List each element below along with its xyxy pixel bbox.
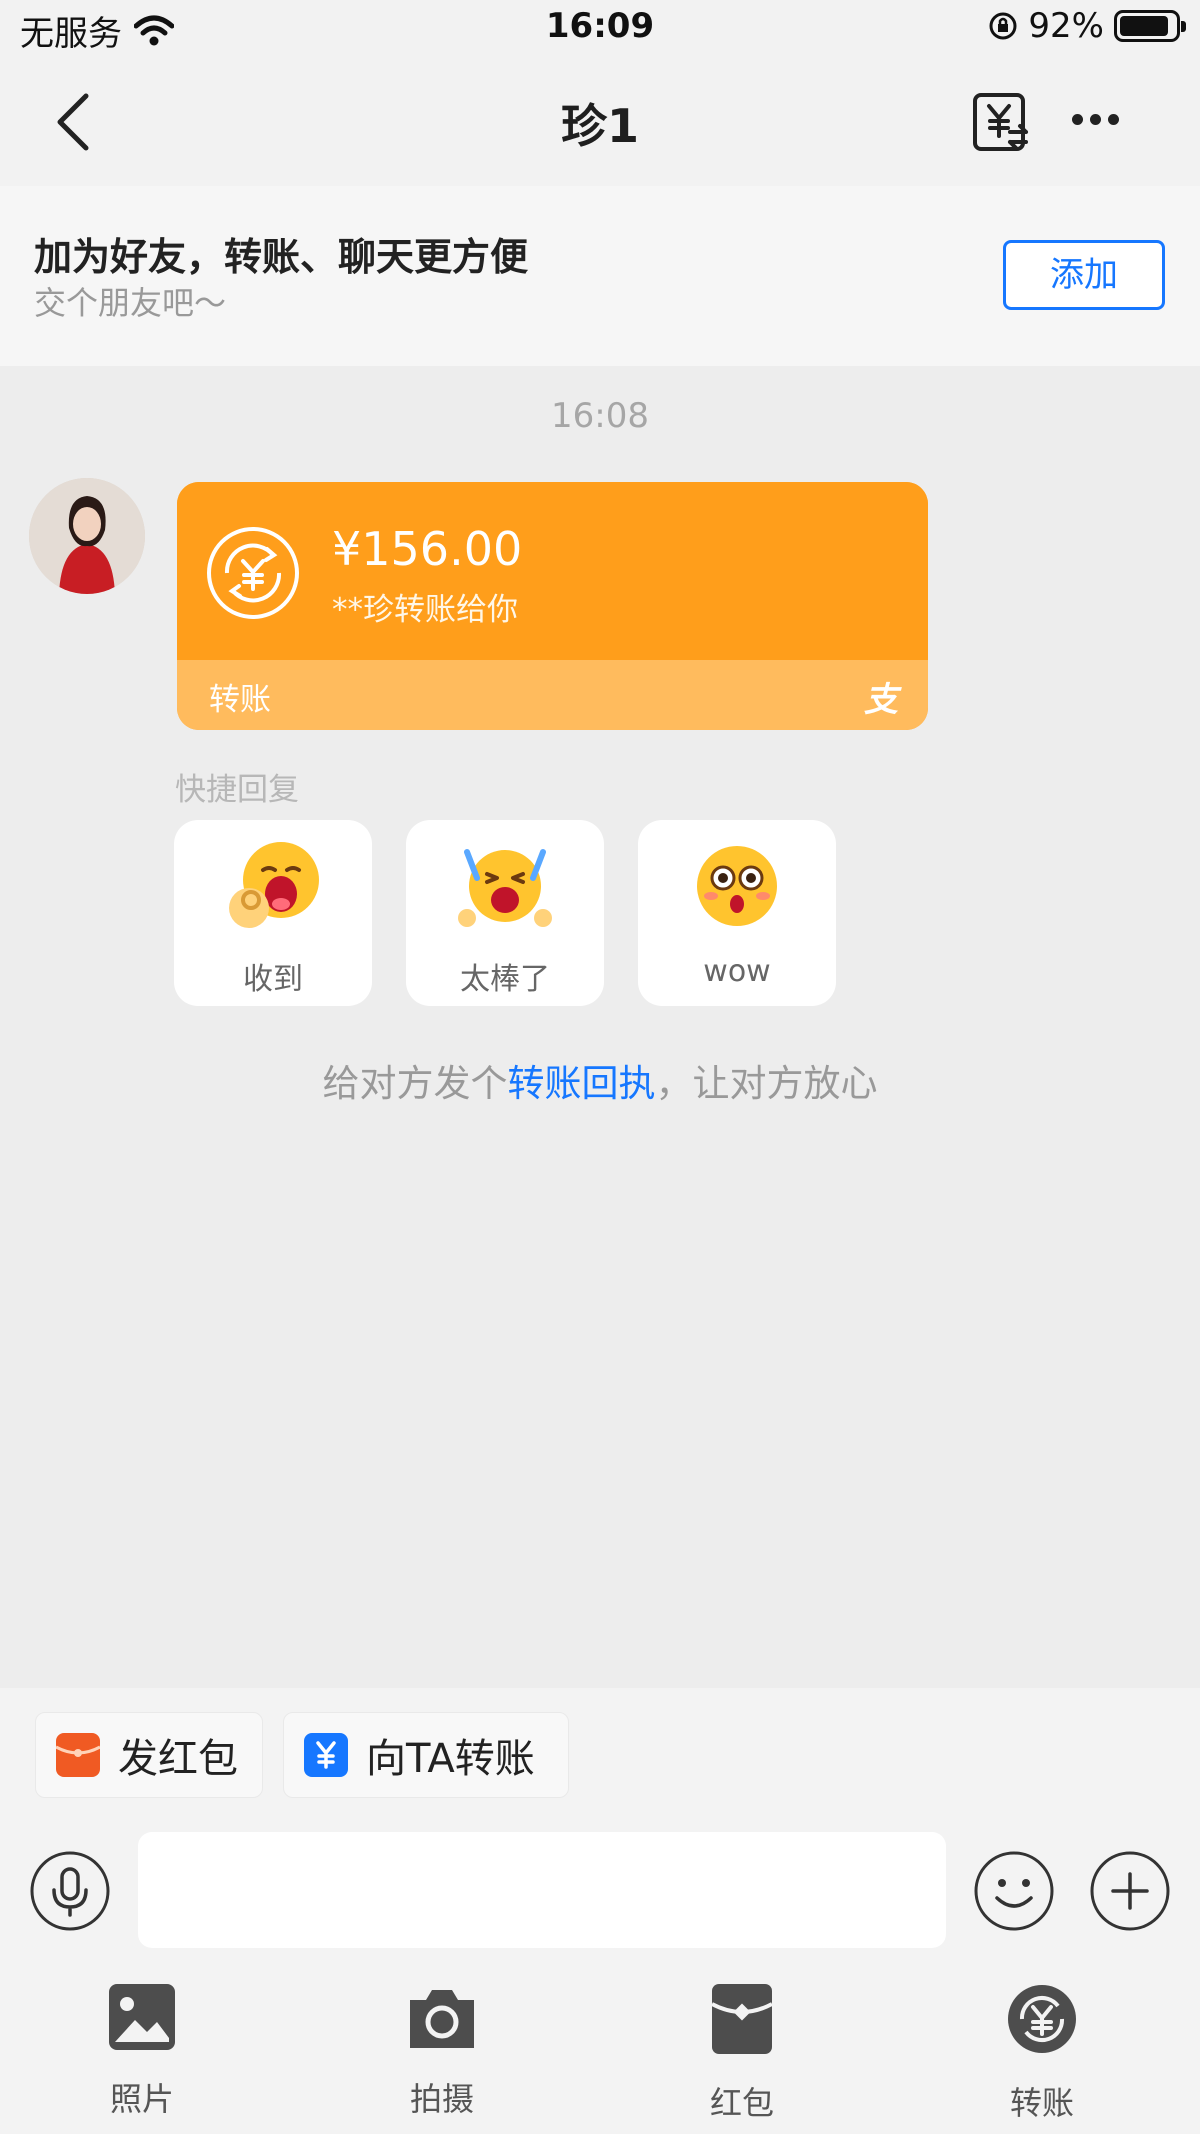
transfer-to-ta-label: 向TA转账 [366,1736,535,1782]
transfer-note: **珍转账给你 [332,592,518,628]
quick-reply-text: 太棒了 [460,962,550,997]
hint-suffix: ，让对方放心 [655,1062,878,1105]
battery-percent: 92% [1028,6,1104,46]
avatar[interactable] [29,478,145,594]
transfer-icon [1008,1985,1076,2053]
orientation-lock-icon [989,12,1017,40]
quick-reply-great[interactable]: 太棒了 [406,820,604,1006]
quick-reply-text: wow [703,954,771,989]
battery-icon [1114,10,1186,42]
hint-prefix: 给对方发个 [322,1062,508,1105]
red-packet-icon [55,1733,101,1777]
voice-icon[interactable] [29,1850,111,1932]
transfer-coin-icon [207,527,299,619]
add-friend-title: 加为好友，转账、聊天更方便 [34,235,529,279]
quick-reply-wow[interactable]: wow [638,820,836,1006]
toolbar-label: 红包 [709,2084,774,2122]
red-packet-icon [711,1984,773,2054]
transfer-record-icon[interactable] [972,92,1030,154]
status-right: 92% [988,6,1186,46]
ok-hand-emoji-icon [229,842,319,928]
toolbar-transfer[interactable]: 转账 [977,1982,1107,2124]
avatar-image [29,478,145,594]
photo-icon [109,1984,175,2050]
quick-reply-received[interactable]: 收到 [174,820,372,1006]
send-red-packet-chip[interactable]: 发红包 [35,1712,263,1798]
send-red-packet-label: 发红包 [118,1736,238,1782]
cheering-emoji-icon [458,849,552,927]
transfer-card[interactable]: ¥156.00 **珍转账给你 转账 支 [177,482,928,730]
toolbar-red-packet[interactable]: 红包 [677,1982,807,2124]
toolbar-label: 拍摄 [409,2080,474,2118]
alipay-logo-icon: 支 [864,680,898,720]
emoji-icon[interactable] [973,1850,1055,1932]
add-friend-subtitle: 交个朋友吧～ [34,284,227,322]
plus-icon[interactable] [1089,1850,1171,1932]
toolbar-camera[interactable]: 拍摄 [377,1982,507,2120]
transfer-to-ta-chip[interactable]: 向TA转账 [283,1712,569,1798]
camera-icon [410,1990,474,2048]
toolbar-photo[interactable]: 照片 [77,1982,207,2120]
add-friend-button[interactable]: 添加 [1003,240,1165,310]
transfer-receipt-link[interactable]: 转账回执 [508,1062,656,1105]
surprised-emoji-icon [697,846,777,926]
message-timestamp: 16:08 [551,396,649,436]
more-icon[interactable] [1072,114,1119,125]
quick-reply-text: 收到 [243,962,303,997]
transfer-ticket-icon [304,1733,348,1777]
quick-reply-label: 快捷回复 [175,772,299,808]
transfer-amount: ¥156.00 [332,522,523,576]
transfer-label: 转账 [209,682,271,718]
toolbar-label: 转账 [1009,2084,1074,2122]
toolbar-label: 照片 [109,2080,174,2118]
message-input[interactable] [138,1832,946,1948]
receipt-hint: 给对方发个转账回执，让对方放心 [0,1053,1200,1107]
